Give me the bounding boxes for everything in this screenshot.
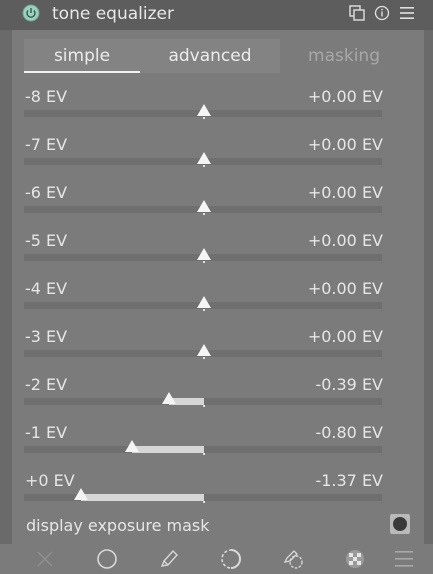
display-exposure-mask-label: display exposure mask bbox=[26, 516, 210, 535]
pencil-icon[interactable] bbox=[158, 548, 180, 570]
ev-band-label: -3 EV bbox=[25, 327, 68, 346]
ev-band-label: -7 EV bbox=[25, 135, 68, 154]
ev-band-label: -6 EV bbox=[25, 183, 68, 202]
ev-slider-handle[interactable] bbox=[197, 344, 211, 356]
ev-slider-row: -4 EV +0.00 EV bbox=[24, 279, 384, 315]
ev-band-value[interactable]: +0.00 EV bbox=[308, 327, 383, 347]
zero-marker bbox=[203, 405, 205, 407]
ev-slider-row: -2 EV -0.39 EV bbox=[24, 375, 384, 411]
power-icon[interactable] bbox=[22, 4, 40, 22]
ev-slider-row: -8 EV +0.00 EV bbox=[24, 87, 384, 123]
ev-slider-row: +0 EV -1.37 EV bbox=[24, 471, 384, 507]
ev-slider-handle[interactable] bbox=[197, 200, 211, 212]
ev-band-value[interactable]: -0.39 EV bbox=[315, 375, 383, 395]
ev-band-value[interactable]: -1.37 EV bbox=[315, 471, 383, 491]
ev-band-label: -5 EV bbox=[25, 231, 68, 250]
zero-marker bbox=[203, 165, 205, 167]
ev-slider-handle[interactable] bbox=[197, 296, 211, 308]
ev-slider-handle[interactable] bbox=[197, 152, 211, 164]
raster-mask-icon[interactable] bbox=[344, 548, 366, 570]
ev-slider-row: -5 EV +0.00 EV bbox=[24, 231, 384, 267]
ev-slider-row: -7 EV +0.00 EV bbox=[24, 135, 384, 171]
zero-marker bbox=[203, 213, 205, 215]
ev-band-value[interactable]: +0.00 EV bbox=[308, 231, 383, 251]
panel-edge-right bbox=[424, 30, 433, 544]
ev-slider-handle[interactable] bbox=[197, 104, 211, 116]
presets-icon[interactable] bbox=[349, 5, 365, 21]
ev-slider-row: -1 EV -0.80 EV bbox=[24, 423, 384, 459]
ev-slider-fill bbox=[132, 446, 204, 453]
ev-band-value[interactable]: +0.00 EV bbox=[308, 135, 383, 155]
active-tab-indicator bbox=[24, 71, 140, 73]
ev-slider-fill bbox=[80, 494, 204, 501]
ev-band-value[interactable]: -0.80 EV bbox=[315, 423, 383, 443]
zero-marker bbox=[203, 357, 205, 359]
ev-band-label: -4 EV bbox=[25, 279, 68, 298]
ev-slider-row: -3 EV +0.00 EV bbox=[24, 327, 384, 363]
display-exposure-mask-toggle[interactable] bbox=[390, 514, 410, 534]
module-header: tone equalizer bbox=[0, 0, 433, 30]
tab-simple[interactable]: simple bbox=[24, 39, 140, 73]
toolbar-menu-icon[interactable] bbox=[393, 548, 415, 570]
ev-band-label: -2 EV bbox=[25, 375, 68, 394]
ev-band-label: -8 EV bbox=[25, 87, 68, 106]
ev-band-value[interactable]: +0.00 EV bbox=[308, 183, 383, 203]
zero-marker bbox=[203, 309, 205, 311]
ev-slider-row: -6 EV +0.00 EV bbox=[24, 183, 384, 219]
zero-marker bbox=[203, 453, 205, 455]
tab-advanced[interactable]: advanced bbox=[140, 39, 280, 73]
ev-slider-handle[interactable] bbox=[73, 488, 88, 500]
mask-toolbar bbox=[0, 544, 433, 574]
reset-icon[interactable] bbox=[374, 5, 390, 21]
ev-band-value[interactable]: +0.00 EV bbox=[308, 279, 383, 299]
menu-icon[interactable] bbox=[399, 5, 415, 21]
drawn-parametric-icon[interactable] bbox=[282, 548, 304, 570]
ev-slider-handle[interactable] bbox=[161, 392, 176, 404]
tab-masking[interactable]: masking bbox=[280, 39, 408, 73]
ev-band-label: -1 EV bbox=[25, 423, 68, 442]
ev-band-value[interactable]: +0.00 EV bbox=[308, 87, 383, 107]
panel-edge-left bbox=[0, 30, 12, 544]
zero-marker bbox=[203, 261, 205, 263]
ev-slider-handle[interactable] bbox=[125, 440, 139, 452]
circle-icon[interactable] bbox=[96, 548, 118, 570]
zero-marker bbox=[203, 117, 205, 119]
zero-marker bbox=[203, 501, 205, 503]
module-title: tone equalizer bbox=[52, 4, 174, 24]
ev-slider-handle[interactable] bbox=[197, 248, 211, 260]
tab-bar: simple advanced masking bbox=[24, 39, 408, 73]
gradient-icon[interactable] bbox=[220, 548, 242, 570]
close-icon[interactable] bbox=[34, 548, 56, 570]
ev-band-label: +0 EV bbox=[25, 471, 75, 490]
